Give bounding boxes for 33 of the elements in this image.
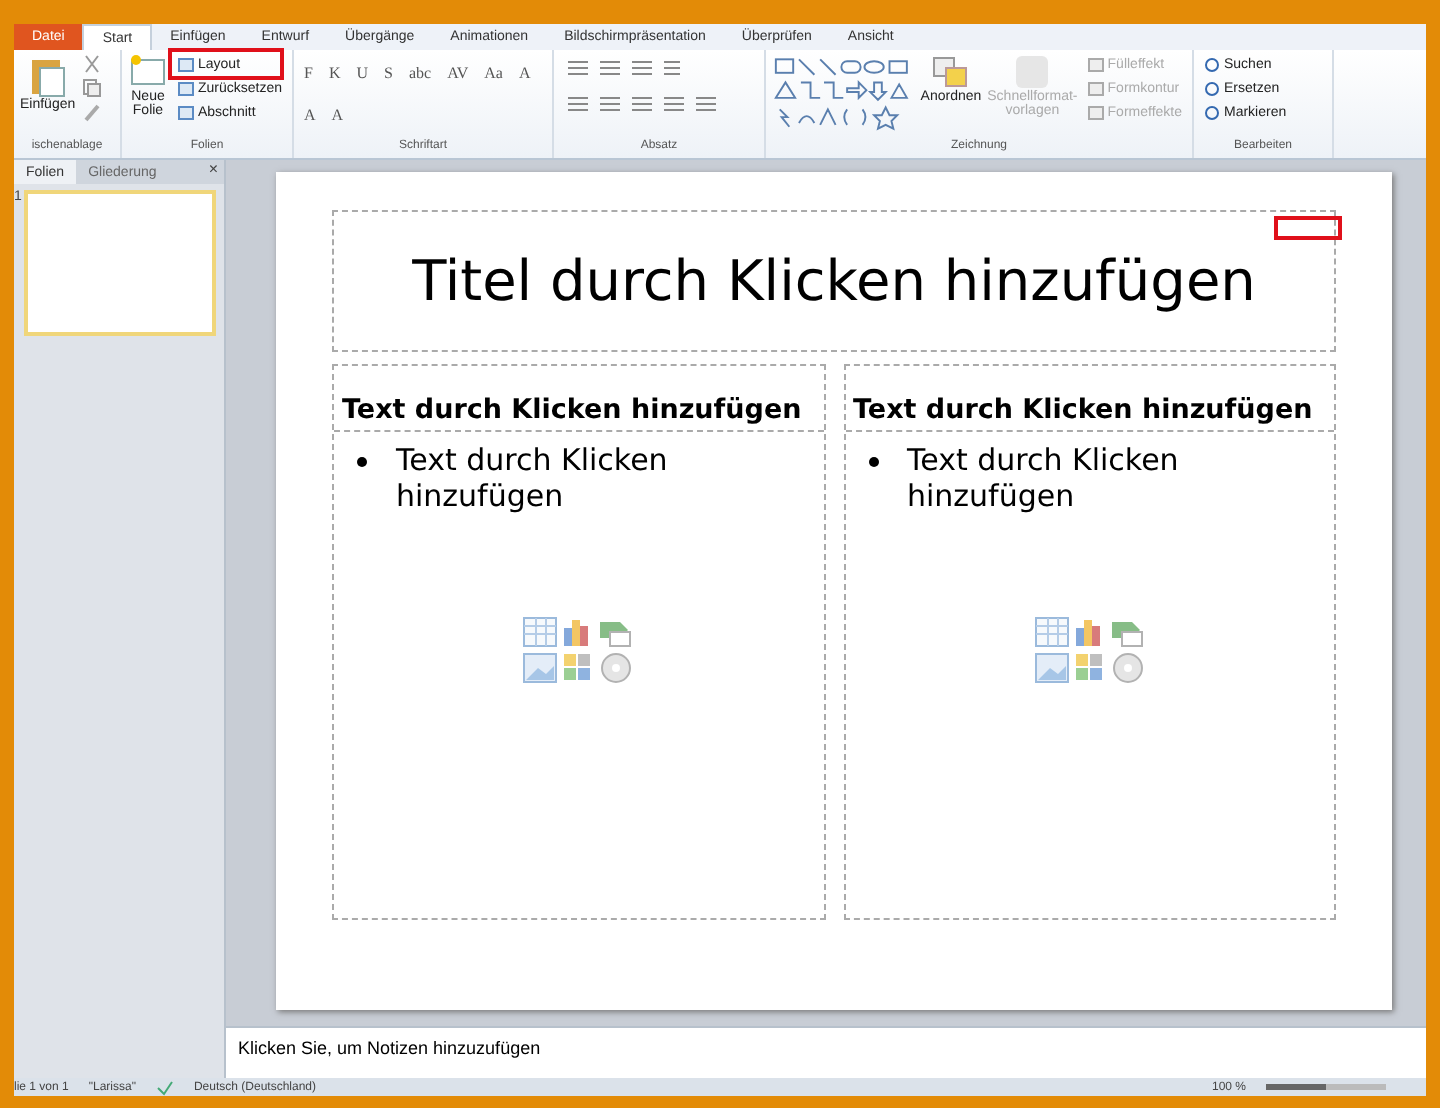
- font-format-button[interactable]: K: [324, 62, 345, 84]
- font-format-button[interactable]: AV: [443, 62, 473, 84]
- font-format-button[interactable]: F: [300, 62, 317, 84]
- heading-placeholder[interactable]: Text durch Klicken hinzufügen: [845, 366, 1334, 432]
- title-placeholder[interactable]: Titel durch Klicken hinzufügen: [332, 210, 1336, 352]
- style-icon: [1014, 54, 1051, 90]
- font-format-button[interactable]: S: [380, 62, 397, 84]
- content-placeholder[interactable]: Text durch Klicken hinzufügen: [845, 432, 1334, 918]
- bullet-text: Text durch Klicken hinzufügen: [396, 442, 670, 514]
- font-format-button[interactable]: abc: [404, 62, 436, 84]
- title-text: Titel durch Klicken hinzufügen: [412, 248, 1256, 314]
- font-format-button[interactable]: U: [352, 62, 373, 84]
- brush-icon: [81, 102, 102, 122]
- notes-field[interactable]: Klicken Sie, um Notizen hinzuzufügen: [226, 1026, 1426, 1078]
- close-button[interactable]: ×: [202, 160, 224, 184]
- bullet-icon: [867, 456, 879, 468]
- arrange-icon: [930, 54, 971, 90]
- clipboard-icon: [27, 54, 68, 98]
- font-format-button[interactable]: A: [514, 62, 535, 84]
- slide-icon: [128, 54, 168, 90]
- copy-icon: [81, 78, 102, 98]
- notes-placeholder: Klicken Sie, um Notizen hinzuzufügen: [238, 1038, 541, 1058]
- heading-placeholder[interactable]: Text durch Klicken hinzufügen: [334, 366, 823, 432]
- spellcheck-icon: [155, 1079, 174, 1095]
- font-format-button[interactable]: Aa: [480, 62, 507, 84]
- zoom-slider[interactable]: [1266, 1084, 1386, 1090]
- bullet-icon: [356, 456, 368, 468]
- scissors-icon: [81, 54, 102, 74]
- font-format-button[interactable]: A: [327, 103, 348, 125]
- bullet-text: Text durch Klicken hinzufügen: [907, 442, 1181, 514]
- slide-thumbnail[interactable]: [24, 190, 216, 336]
- font-format-button[interactable]: A: [300, 103, 320, 125]
- content-placeholder[interactable]: Text durch Klicken hinzufügen: [334, 432, 823, 918]
